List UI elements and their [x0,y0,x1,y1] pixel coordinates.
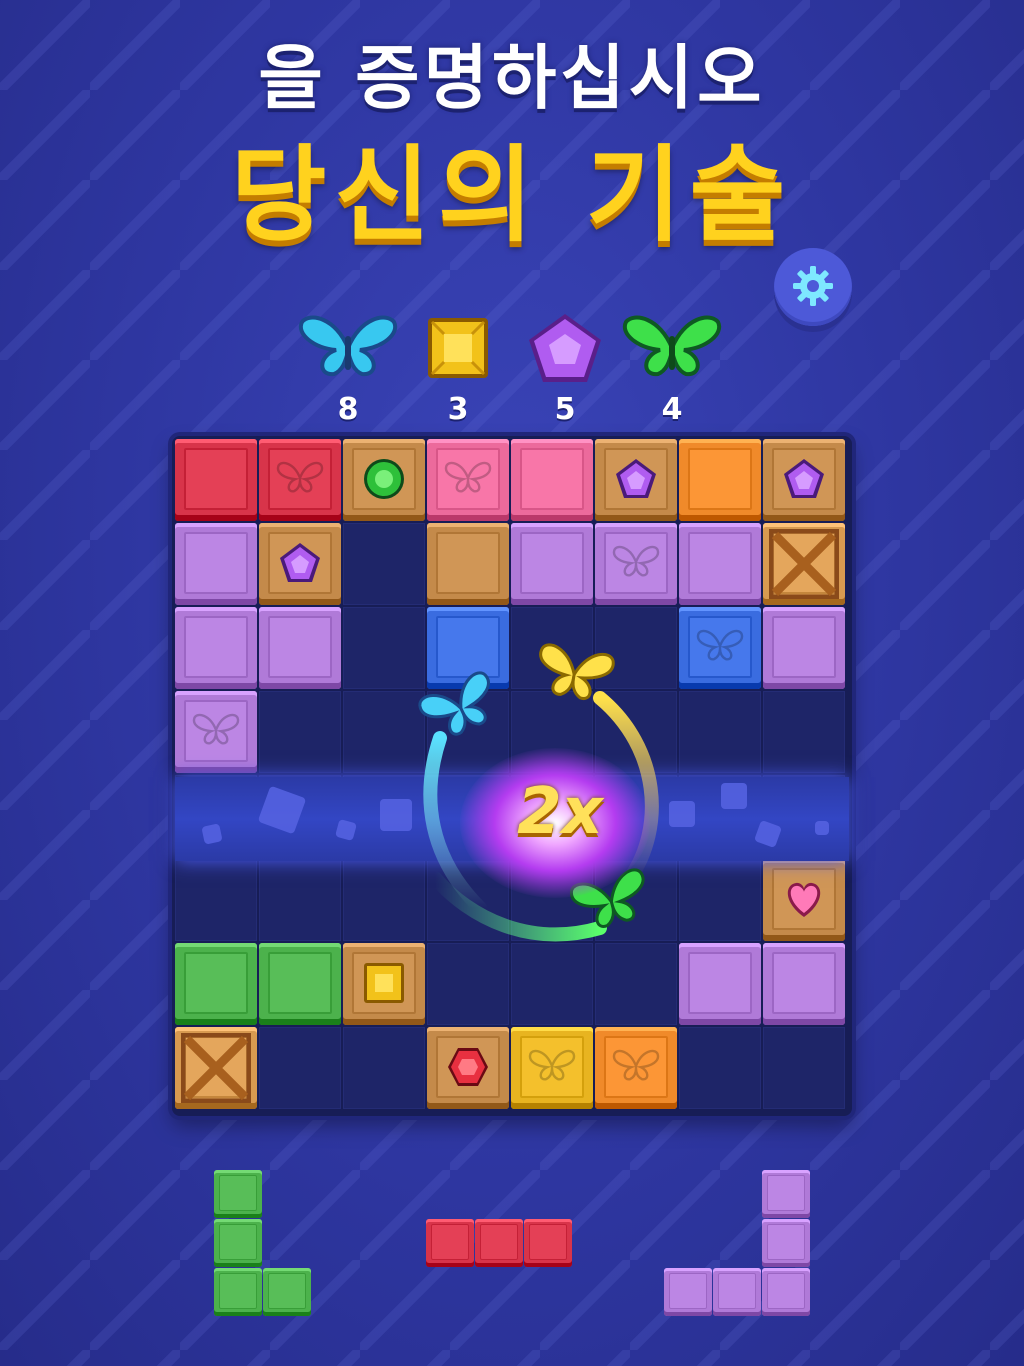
board-tile-blue-butterfly[interactable] [679,607,761,689]
board-tile-purple[interactable] [175,607,257,689]
butterfly-icon [612,545,660,577]
board-tile-orange-butterfly[interactable] [595,1027,677,1109]
score-multiplier: 2x [517,775,603,849]
board-tile-purple[interactable] [763,607,845,689]
green-l-piece-block[interactable] [214,1268,262,1316]
headline-main: 당신의 기술 [230,134,794,256]
board-tile-purple-butterfly[interactable] [595,523,677,605]
goal-bar: 8 3 5 4 [0,308,1024,428]
purple-j-piece-block[interactable] [762,1170,810,1218]
board-cell-empty[interactable] [679,1027,761,1109]
butterfly-icon [696,629,744,661]
red-bar-piece-block[interactable] [475,1219,523,1267]
green-l-piece-block[interactable] [214,1219,262,1267]
green-butterfly-icon [622,315,722,377]
board-tile-orange[interactable] [679,439,761,521]
board-tile-wood-purple[interactable] [259,523,341,605]
blue-butterfly-icon [298,315,398,377]
blue-butterfly-icon [418,671,490,736]
board-cell-empty[interactable] [343,1027,425,1109]
goal-blue-butterfly: 8 [293,308,403,427]
board-tile-pink[interactable] [511,439,593,521]
board-tile-purple[interactable] [259,607,341,689]
green-gem-icon [362,457,406,505]
board-tile-purple-butterfly[interactable] [175,691,257,773]
crate-icon [769,529,839,599]
board-cell-empty[interactable] [259,1027,341,1109]
red-bar-piece-block[interactable] [426,1219,474,1267]
board-cell-empty[interactable] [679,691,761,773]
goal-count: 8 [337,392,359,427]
goal-purple-gem: 5 [510,308,620,427]
board-tile-crate[interactable] [763,523,845,605]
purple-j-piece-block[interactable] [664,1268,712,1316]
purple-gem-icon [614,457,658,505]
board-tile-purple[interactable] [511,523,593,605]
goal-count: 5 [554,392,576,427]
board-tile-wood-green[interactable] [343,439,425,521]
board-tile-wood[interactable] [427,523,509,605]
butterfly-icon [444,461,492,493]
gear-icon [793,266,833,306]
goal-count: 4 [661,392,683,427]
butterfly-icon [276,461,324,493]
board-tile-red[interactable] [175,439,257,521]
board-tile-wood-red[interactable] [427,1027,509,1109]
board-tile-pink-butterfly[interactable] [427,439,509,521]
board-tile-wood-purple[interactable] [595,439,677,521]
yellow-gem-icon [428,318,488,378]
butterfly-icon [612,1049,660,1081]
board-cell-empty[interactable] [259,691,341,773]
goal-yellow-gem: 3 [403,308,513,427]
board-tile-purple[interactable] [679,943,761,1025]
board-cell-empty[interactable] [679,859,761,941]
purple-gem-icon [782,457,826,505]
board-cell-empty[interactable] [175,859,257,941]
board-tile-green[interactable] [175,943,257,1025]
headline-top: 을 증명하십시오 [258,37,766,119]
purple-j-piece-block[interactable] [713,1268,761,1316]
red-gem-icon [446,1045,490,1093]
purple-gem-icon [278,541,322,589]
heart-gem-icon [782,877,826,925]
green-l-piece-block[interactable] [263,1268,311,1316]
goal-green-butterfly: 4 [617,308,727,427]
board-tile-purple[interactable] [175,523,257,605]
purple-j-piece-block[interactable] [762,1219,810,1267]
goal-count: 3 [447,392,469,427]
board-tile-green[interactable] [259,943,341,1025]
purple-gem-icon [529,314,601,382]
butterfly-icon [192,713,240,745]
board-tile-crate[interactable] [175,1027,257,1109]
board-cell-empty[interactable] [763,691,845,773]
board-tile-red-butterfly[interactable] [259,439,341,521]
board-tile-purple[interactable] [763,943,845,1025]
board-cell-empty[interactable] [763,1027,845,1109]
red-bar-piece-block[interactable] [524,1219,572,1267]
board-tile-wood-purple[interactable] [763,439,845,521]
board-tile-purple[interactable] [679,523,761,605]
green-l-piece-block[interactable] [214,1170,262,1218]
crate-icon [181,1033,251,1103]
board-cell-empty[interactable] [343,523,425,605]
purple-j-piece-block[interactable] [762,1268,810,1316]
board-tile-wood-heart[interactable] [763,859,845,941]
butterfly-icon [528,1049,576,1081]
board-cell-empty[interactable] [259,859,341,941]
board-tile-yellow-butterfly[interactable] [511,1027,593,1109]
